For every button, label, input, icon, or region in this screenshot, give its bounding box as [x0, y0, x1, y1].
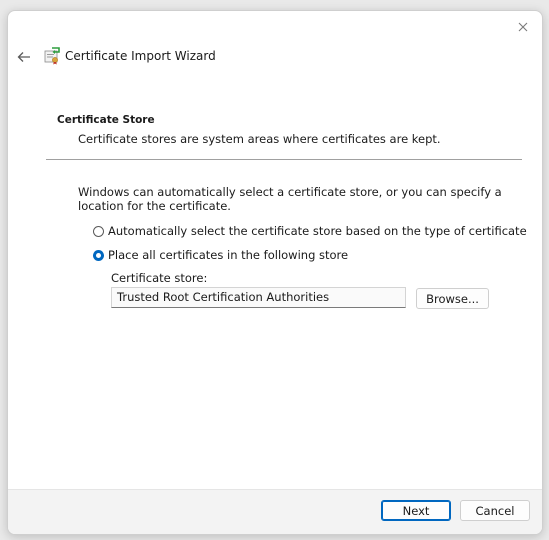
close-button[interactable] — [512, 17, 534, 37]
next-button[interactable]: Next — [381, 500, 451, 521]
wizard-header: Certificate Import Wizard — [8, 41, 542, 73]
certificate-wizard-icon — [44, 47, 60, 65]
radio-place-indicator[interactable] — [93, 249, 104, 261]
cancel-button[interactable]: Cancel — [460, 500, 530, 521]
wizard-window: Certificate Import Wizard Certificate St… — [7, 10, 543, 535]
radio-auto-indicator[interactable] — [93, 225, 104, 237]
back-arrow-icon — [17, 52, 30, 62]
radio-auto-label[interactable]: Automatically select the certificate sto… — [108, 224, 527, 238]
wizard-title: Certificate Import Wizard — [65, 49, 216, 63]
close-icon — [518, 22, 528, 32]
browse-button[interactable]: Browse... — [416, 288, 489, 309]
radio-place-in-store[interactable]: Place all certificates in the following … — [93, 248, 348, 262]
wizard-footer: Next Cancel — [8, 489, 542, 534]
radio-place-label[interactable]: Place all certificates in the following … — [108, 248, 348, 262]
radio-auto-select[interactable]: Automatically select the certificate sto… — [93, 224, 527, 238]
header-divider — [46, 159, 522, 160]
certificate-store-label: Certificate store: — [111, 271, 208, 285]
intro-text: Windows can automatically select a certi… — [78, 185, 502, 213]
back-button[interactable] — [14, 47, 34, 67]
certificate-store-field[interactable]: Trusted Root Certification Authorities — [111, 287, 406, 308]
section-description: Certificate stores are system areas wher… — [78, 132, 441, 146]
section-title: Certificate Store — [57, 114, 155, 126]
